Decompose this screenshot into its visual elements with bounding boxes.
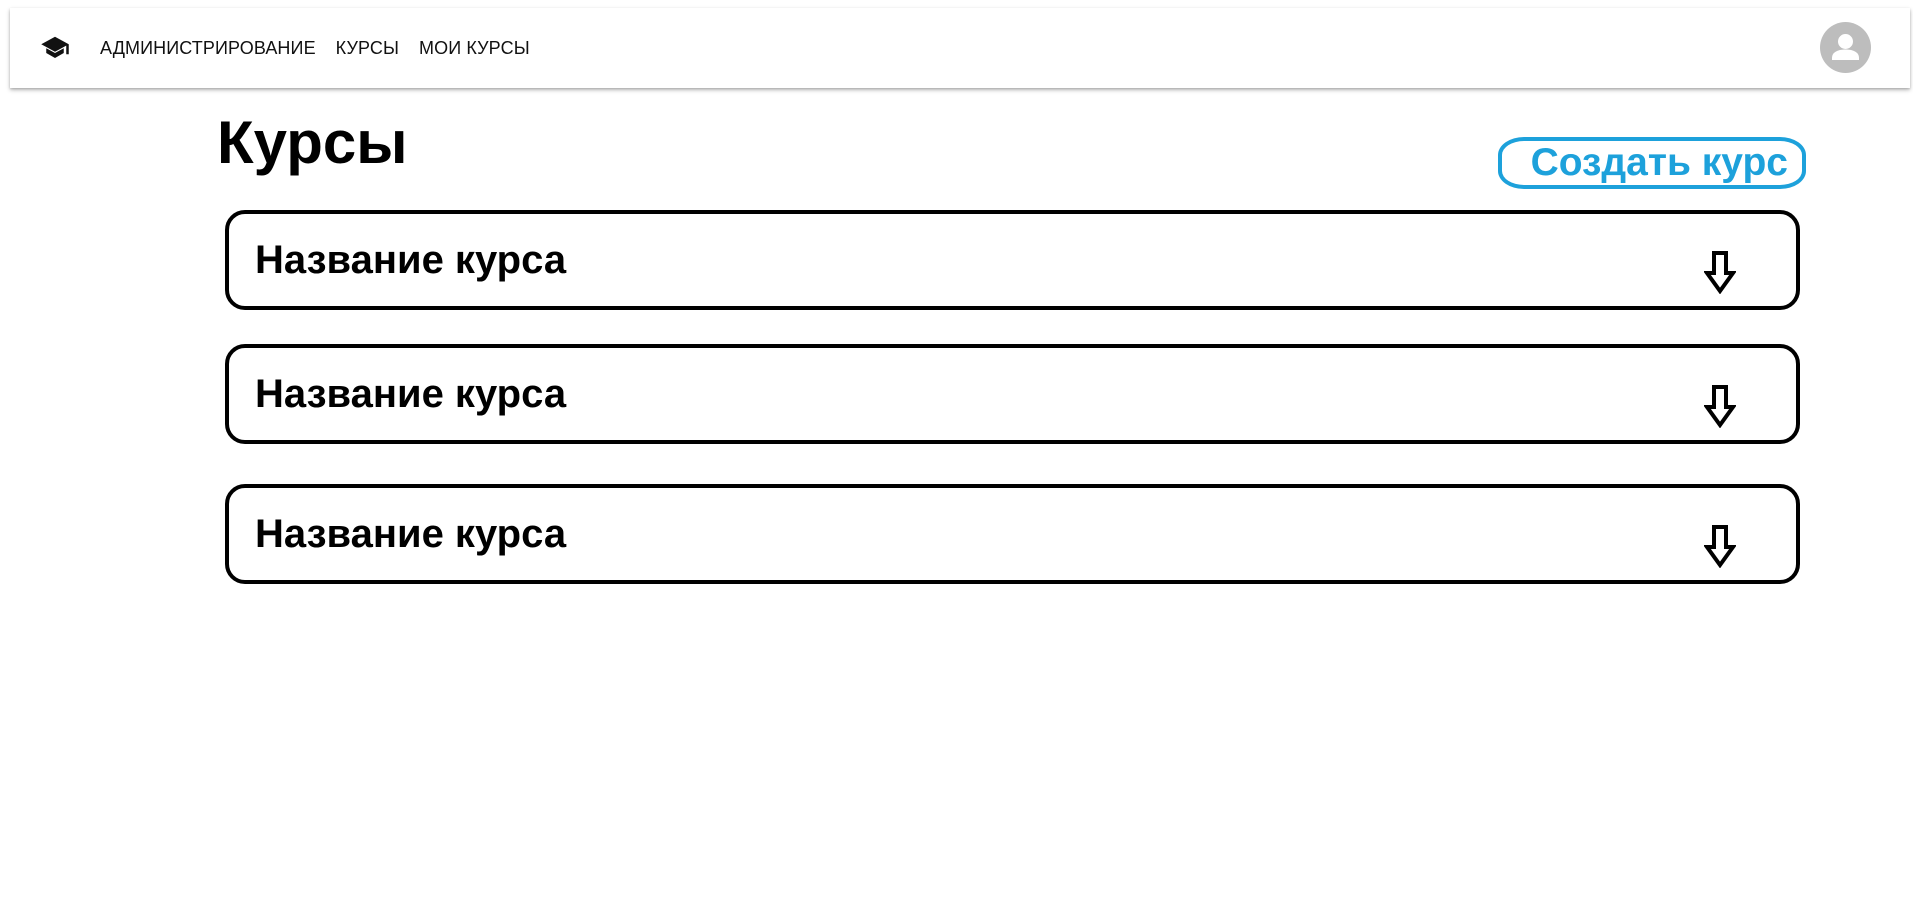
course-title: Название курса — [255, 512, 567, 556]
course-card[interactable]: Название курса — [225, 484, 1800, 584]
create-course-label: Создать курс — [1530, 141, 1788, 184]
nav-item-administration[interactable]: АДМИНИСТРИРОВАНИЕ — [100, 38, 316, 59]
arrow-down-icon[interactable] — [1704, 384, 1736, 428]
nav-item-courses[interactable]: КУРСЫ — [336, 38, 399, 59]
course-card[interactable]: Название курса — [225, 210, 1800, 310]
course-title: Название курса — [255, 238, 567, 282]
page-title: Курсы — [217, 109, 408, 176]
arrow-down-icon[interactable] — [1704, 524, 1736, 568]
main-nav: АДМИНИСТРИРОВАНИЕ КУРСЫ МОИ КУРСЫ — [100, 8, 550, 88]
create-course-button[interactable]: Создать курс — [1498, 137, 1806, 189]
graduation-cap-icon[interactable] — [40, 35, 70, 61]
arrow-down-icon[interactable] — [1704, 250, 1736, 294]
nav-item-my-courses[interactable]: МОИ КУРСЫ — [419, 38, 530, 59]
top-app-bar: АДМИНИСТРИРОВАНИЕ КУРСЫ МОИ КУРСЫ — [10, 8, 1910, 88]
course-title: Название курса — [255, 372, 567, 416]
course-card[interactable]: Название курса — [225, 344, 1800, 444]
user-avatar-icon[interactable] — [1820, 22, 1871, 73]
